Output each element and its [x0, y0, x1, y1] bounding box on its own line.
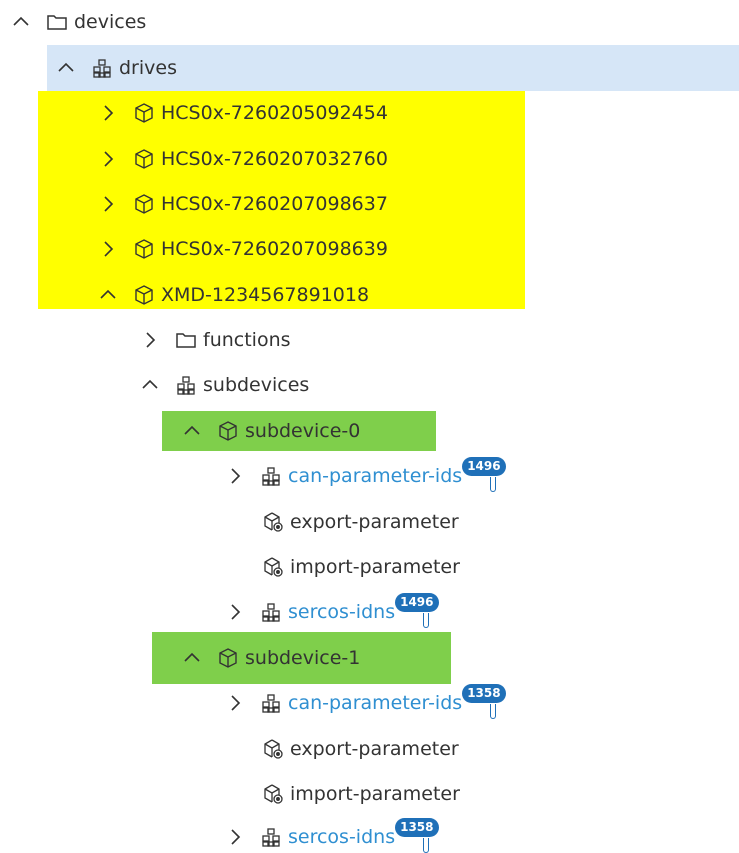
folder-icon [175, 329, 197, 351]
chevron-right-icon[interactable] [97, 148, 119, 170]
group-icon [260, 601, 282, 623]
count-badge-value: 1358 [395, 818, 439, 837]
cube-icon [133, 148, 155, 170]
tree-node-label: functions [203, 329, 291, 351]
tree-node-link-label[interactable]: sercos-idns [288, 601, 395, 623]
group-icon [91, 57, 113, 79]
folder-icon [46, 11, 68, 33]
tree-node-export-parameter[interactable]: export-parameter [262, 734, 459, 764]
tree-node-subdevice-0[interactable]: subdevice-0 [181, 416, 360, 446]
tree-node-label: HCS0x-7260207098639 [161, 238, 388, 260]
tree-node-link-label[interactable]: can-parameter-ids [288, 465, 462, 487]
badge-pin [423, 838, 430, 853]
tree-node-label: export-parameter [290, 738, 459, 760]
tree-node-sercos-idns[interactable]: sercos-idns 1358 [224, 818, 439, 853]
tree-node-label: subdevice-0 [245, 420, 361, 442]
tree-node-hcs-1[interactable]: HCS0x-7260205092454 [97, 98, 388, 128]
chevron-right-icon[interactable] [224, 465, 246, 487]
tree-node-can-parameter-ids[interactable]: can-parameter-ids 1358 [224, 684, 506, 719]
tree-node-import-parameter[interactable]: import-parameter [262, 552, 460, 582]
cube-icon [133, 238, 155, 260]
tree-node-label: drives [119, 57, 177, 79]
chevron-up-icon[interactable] [139, 374, 161, 396]
chevron-right-icon[interactable] [139, 329, 161, 351]
tree-node-subdevices[interactable]: subdevices [139, 370, 309, 400]
badge-pin [423, 613, 430, 628]
tree-node-import-parameter[interactable]: import-parameter [262, 779, 460, 809]
tree-node-devices[interactable]: devices [10, 7, 146, 37]
tree-node-label: import-parameter [290, 556, 460, 578]
tree-node-xmd[interactable]: XMD-1234567891018 [97, 280, 369, 310]
tree-node-hcs-2[interactable]: HCS0x-7260207032760 [97, 144, 388, 174]
cube-gear-icon [262, 783, 284, 805]
tree-node-label: import-parameter [290, 783, 460, 805]
chevron-right-icon[interactable] [97, 102, 119, 124]
tree-node-link-label[interactable]: can-parameter-ids [288, 692, 462, 714]
cube-icon [133, 102, 155, 124]
group-icon [260, 465, 282, 487]
tree-node-label: XMD-1234567891018 [161, 284, 370, 306]
badge-pin [490, 704, 497, 719]
tree-node-label: HCS0x-7260207098637 [161, 193, 388, 215]
tree-node-sercos-idns[interactable]: sercos-idns 1496 [224, 593, 439, 628]
tree-node-hcs-4[interactable]: HCS0x-7260207098639 [97, 234, 388, 264]
tree-node-label: export-parameter [290, 511, 459, 533]
tree-node-label: subdevices [203, 374, 310, 396]
group-icon [260, 826, 282, 848]
tree-node-label: HCS0x-7260207032760 [161, 148, 388, 170]
chevron-up-icon[interactable] [181, 420, 203, 442]
tree-node-hcs-3[interactable]: HCS0x-7260207098637 [97, 189, 388, 219]
cube-icon [133, 284, 155, 306]
tree-node-label: devices [74, 11, 147, 33]
badge-pin [490, 477, 497, 492]
cube-icon [217, 647, 239, 669]
chevron-up-icon[interactable] [181, 647, 203, 669]
tree-node-can-parameter-ids[interactable]: can-parameter-ids 1496 [224, 457, 506, 492]
chevron-up-icon[interactable] [10, 11, 32, 33]
chevron-right-icon[interactable] [224, 692, 246, 714]
chevron-right-icon[interactable] [97, 193, 119, 215]
tree-node-label: HCS0x-7260205092454 [161, 102, 388, 124]
chevron-right-icon[interactable] [224, 601, 246, 623]
cube-icon [217, 420, 239, 442]
chevron-up-icon[interactable] [97, 284, 119, 306]
count-badge-value: 1358 [462, 684, 506, 703]
group-icon [260, 692, 282, 714]
cube-gear-icon [262, 738, 284, 760]
cube-icon [133, 193, 155, 215]
tree-node-label: subdevice-1 [245, 647, 361, 669]
chevron-right-icon[interactable] [224, 826, 246, 848]
tree-node-functions[interactable]: functions [139, 325, 291, 355]
chevron-up-icon[interactable] [55, 57, 77, 79]
tree-node-export-parameter[interactable]: export-parameter [262, 507, 459, 537]
tree-node-drives[interactable]: drives [55, 53, 177, 83]
cube-gear-icon [262, 556, 284, 578]
group-icon [175, 374, 197, 396]
chevron-right-icon[interactable] [97, 238, 119, 260]
count-badge-value: 1496 [395, 593, 439, 612]
count-badge-value: 1496 [462, 457, 506, 476]
tree-node-link-label[interactable]: sercos-idns [288, 826, 395, 848]
tree-node-subdevice-1[interactable]: subdevice-1 [181, 643, 360, 673]
cube-gear-icon [262, 511, 284, 533]
